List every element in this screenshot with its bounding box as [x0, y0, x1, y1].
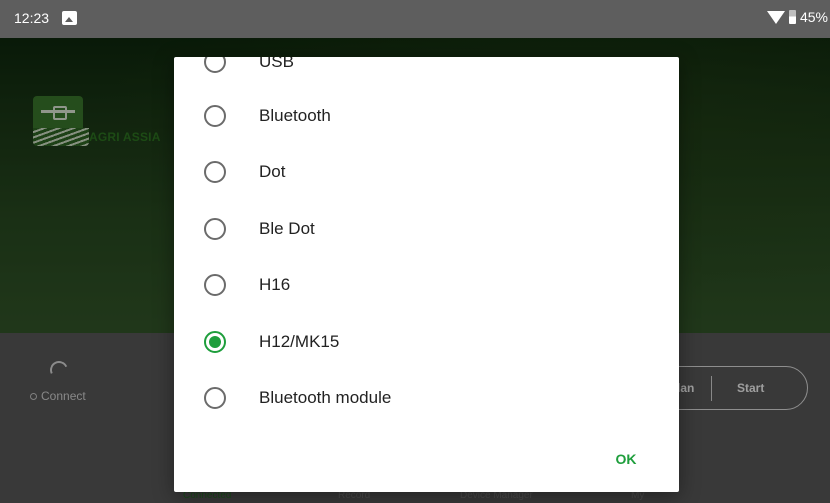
option-bluetooth[interactable]: Bluetooth [174, 91, 679, 141]
battery-icon [788, 10, 796, 24]
radio-button[interactable] [204, 274, 226, 296]
option-dot[interactable]: Dot [174, 147, 679, 197]
image-notification-icon [62, 11, 77, 25]
option-label: Bluetooth [259, 106, 331, 125]
wifi-icon [766, 10, 785, 24]
radio-button[interactable] [204, 387, 226, 409]
radio-button[interactable] [204, 161, 226, 183]
option-h12-mk15[interactable]: H12/MK15 [174, 317, 679, 367]
status-bar: 12:23 45% [0, 0, 830, 38]
option-ble-dot[interactable]: Ble Dot [174, 204, 679, 254]
radio-button-checked[interactable] [204, 331, 226, 353]
status-time: 12:23 [14, 10, 50, 26]
radio-button[interactable] [204, 57, 226, 73]
status-right-group: 45% [765, 9, 828, 25]
radio-button[interactable] [204, 218, 226, 240]
radio-button[interactable] [204, 105, 226, 127]
option-bluetooth-module[interactable]: Bluetooth module [174, 373, 679, 423]
battery-percent: 45% [799, 9, 828, 25]
option-label: H16 [259, 275, 291, 294]
connection-type-dialog: USB Bluetooth Dot Ble Dot H16 H12/MK15 B… [174, 57, 679, 492]
option-label: Dot [259, 162, 286, 181]
option-label: USB [259, 57, 294, 71]
option-usb[interactable]: USB [174, 57, 679, 87]
option-h16[interactable]: H16 [174, 260, 679, 310]
ok-button[interactable]: OK [606, 447, 646, 471]
option-label: Ble Dot [259, 219, 315, 238]
option-label: Bluetooth module [259, 388, 392, 407]
option-label: H12/MK15 [259, 332, 340, 351]
